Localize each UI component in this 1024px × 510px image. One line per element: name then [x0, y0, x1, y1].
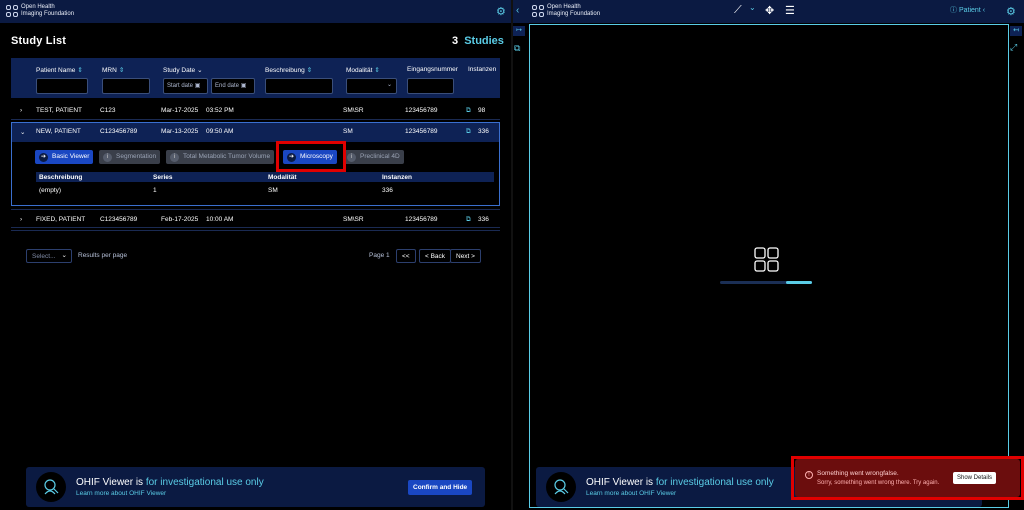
org-line1: Open Health [21, 4, 55, 10]
user-search-icon [546, 472, 576, 502]
divider [11, 230, 500, 231]
patient-name-filter[interactable] [36, 78, 88, 94]
investigational-banner: OHIF Viewer is for investigational use o… [26, 467, 485, 507]
sort-desc-icon[interactable]: ⌄ [197, 67, 202, 74]
table-row[interactable]: › FIXED, PATIENT C123456789 Feb-17-2025 … [11, 209, 500, 228]
sort-icon[interactable]: ⇕ [119, 67, 124, 74]
pan-icon[interactable]: ✥ [765, 4, 774, 17]
chevron-down-icon[interactable]: ⌄ [20, 128, 25, 136]
chevron-down-icon[interactable]: ⌄ [749, 3, 756, 12]
description-filter[interactable] [265, 78, 333, 94]
study-count-label: Studies [464, 35, 504, 47]
chevron-right-icon[interactable]: › [20, 216, 22, 223]
mrn-filter[interactable] [102, 78, 150, 94]
chevron-down-icon: ⌄ [61, 252, 67, 259]
calendar-icon: ▣ [194, 83, 201, 89]
next-button[interactable]: Next > [450, 249, 481, 263]
col-mrn[interactable]: MRN ⇕ [102, 66, 124, 74]
viewer-pane: ‹ Open Health Imaging Foundation ⟋ ⌄ ✥ ☰… [513, 0, 1024, 510]
left-panel-toggle-bar [513, 23, 528, 510]
calendar-icon: ▣ [240, 83, 247, 89]
col-instances[interactable]: Instanzen [468, 66, 496, 73]
modality-filter[interactable]: ⌄ [346, 78, 397, 94]
series-icon: ⧉ [466, 107, 471, 114]
learn-more-link[interactable]: Learn more about OHIF Viewer [586, 490, 676, 497]
study-count-number: 3 [452, 35, 459, 47]
ohif-logo-icon [6, 5, 18, 17]
study-list-pane: Open Health Imaging Foundation ⚙ Study L… [0, 0, 511, 510]
table-row-selected[interactable]: ⌄ NEW, PATIENT C123456789 Mar-13-2025 09… [11, 122, 500, 141]
chevron-down-icon: ⌄ [386, 82, 392, 88]
expand-left-panel-icon[interactable]: ↦ [513, 26, 525, 36]
sort-icon[interactable]: ⇕ [307, 67, 312, 74]
col-description[interactable]: Beschreibung ⇕ [265, 66, 312, 74]
settings-gear-icon[interactable]: ⚙ [1006, 5, 1016, 18]
results-per-page-select[interactable]: Select... ⌄ [26, 249, 72, 263]
study-count: 3 Studies [452, 35, 504, 47]
series-table-header: Beschreibung Series Modalität Instanzen [36, 172, 494, 182]
end-date-filter[interactable]: End date ▣ [211, 78, 255, 94]
col-patient-name[interactable]: Patient Name ⇕ [36, 66, 83, 74]
sort-icon[interactable]: ⇕ [77, 67, 82, 74]
first-page-button[interactable]: << [396, 249, 416, 263]
logo-text: Open Health Imaging Foundation [21, 4, 74, 18]
series-icon[interactable]: ⧉ [514, 43, 520, 54]
start-date-filter[interactable]: Start date ▣ [163, 78, 208, 94]
back-chevron-icon[interactable]: ‹ [516, 5, 519, 16]
tmtv-button[interactable]: i Total Metabolic Tumor Volume [166, 150, 275, 164]
info-icon: i [170, 152, 179, 162]
list-icon[interactable]: ☰ [785, 4, 795, 17]
patient-info[interactable]: ⓘ Patient ‹ [950, 5, 985, 15]
patient-icon: ⓘ [950, 7, 957, 14]
user-search-icon [36, 472, 66, 502]
back-button[interactable]: < Back [419, 249, 452, 263]
settings-gear-icon[interactable]: ⚙ [496, 5, 506, 18]
banner-title: OHIF Viewer is for investigational use o… [586, 477, 774, 488]
banner-title: OHIF Viewer is for investigational use o… [76, 477, 264, 488]
basic-viewer-button[interactable]: ➔ Basic Viewer [35, 150, 94, 164]
highlight-box [276, 141, 346, 172]
ohif-logo-icon [532, 5, 544, 17]
segmentation-button[interactable]: i Segmentation [99, 150, 161, 164]
preclinical-4d-button[interactable]: i Preclinical 4D [343, 150, 404, 164]
viewport[interactable] [529, 24, 1009, 508]
info-icon: i [347, 152, 356, 162]
table-row[interactable]: › TEST, PATIENT C123 Mar-17-2025 03:52 P… [11, 101, 500, 120]
chevron-right-icon[interactable]: › [20, 107, 22, 114]
series-icon: ⧉ [466, 216, 471, 223]
col-modality[interactable]: Modalität ⇕ [346, 66, 380, 74]
org-line2: Imaging Foundation [21, 11, 75, 17]
loading-bar-fill [786, 281, 812, 284]
info-icon: i [103, 152, 112, 162]
loading-bar [720, 281, 812, 284]
results-per-page-label: Results per page [78, 252, 128, 259]
confirm-hide-button[interactable]: Confirm and Hide [408, 480, 473, 495]
logo-text: Open Health Imaging Foundation [547, 4, 601, 17]
expand-right-panel-icon[interactable]: ↤ [1010, 26, 1022, 36]
col-study-date[interactable]: Study Date ⌄ [163, 66, 203, 74]
arrow-right-icon: ➔ [39, 152, 48, 162]
loading-logo-icon [754, 247, 779, 272]
resize-icon[interactable]: ⤢ [1010, 42, 1017, 53]
page-title: Study List [11, 35, 67, 47]
highlight-box [791, 456, 1024, 500]
sort-icon[interactable]: ⇕ [374, 67, 379, 74]
accession-filter[interactable] [407, 78, 454, 94]
learn-more-link[interactable]: Learn more about OHIF Viewer [76, 490, 166, 497]
series-row[interactable]: (empty) 1 SM 336 [36, 184, 494, 198]
page-label: Page 1 [369, 252, 390, 259]
measure-tool-icon[interactable]: ⟋ [734, 4, 742, 17]
viewer-header: ‹ Open Health Imaging Foundation ⟋ ⌄ ✥ ☰… [513, 0, 1024, 23]
series-icon: ⧉ [466, 128, 471, 135]
top-header: Open Health Imaging Foundation ⚙ [0, 0, 511, 23]
col-accession[interactable]: Eingangsnummer [407, 66, 458, 73]
